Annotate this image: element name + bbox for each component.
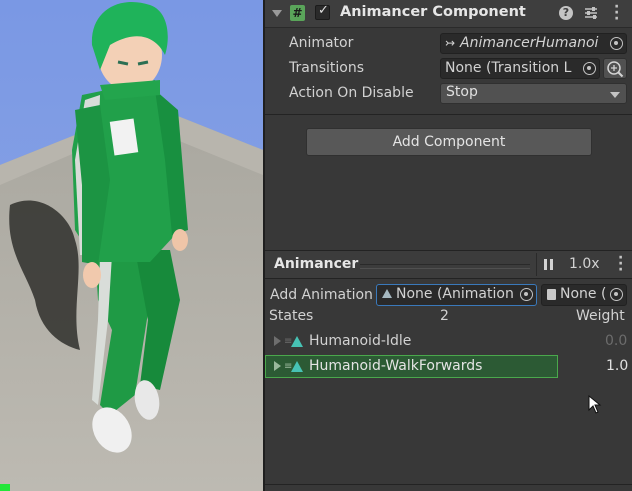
add-component-button[interactable]: Add Component	[306, 128, 592, 156]
state-row-walkforwards[interactable]: ≡ Humanoid-WalkForwards 1.0	[265, 355, 632, 378]
component-header[interactable]: # ✓ Animancer Component ? · · ·	[265, 0, 632, 28]
foldout-arrow-icon[interactable]	[272, 10, 282, 17]
document-icon	[547, 289, 556, 300]
more-options-icon[interactable]: · · ·	[614, 0, 619, 26]
chevron-down-icon	[610, 92, 620, 98]
section-separator	[265, 484, 632, 485]
pause-icon-bar	[550, 259, 553, 270]
transitions-label: Transitions	[289, 60, 364, 76]
action-on-disable-label: Action On Disable	[289, 85, 414, 101]
transitions-search-button[interactable]	[603, 58, 627, 79]
state-weight: 1.0	[606, 358, 629, 374]
action-on-disable-dropdown[interactable]: Stop	[440, 83, 627, 104]
add-animation-value: None (Animation	[396, 286, 514, 302]
mouse-cursor-icon	[588, 395, 602, 414]
section-separator	[265, 278, 632, 279]
transitions-value: None (Transition L	[445, 60, 572, 76]
animancer-more-options-icon[interactable]: · · ·	[618, 251, 623, 277]
component-title: Animancer Component	[340, 4, 526, 20]
states-label: States	[269, 308, 314, 324]
character-scene-image	[0, 0, 263, 491]
animation-state-icon	[291, 361, 303, 372]
checkmark-icon: ✓	[318, 3, 329, 18]
animation-state-icon	[291, 336, 303, 347]
action-on-disable-value: Stop	[446, 84, 478, 100]
weight-label: Weight	[576, 308, 625, 324]
animancer-title-rule	[360, 264, 530, 269]
magnifier-plus-icon	[607, 61, 624, 78]
transitions-field[interactable]: None (Transition L	[440, 58, 600, 79]
object-picker-icon[interactable]	[610, 288, 623, 301]
add-transition-field[interactable]: None (	[541, 284, 627, 306]
state-name: Humanoid-Idle	[309, 333, 412, 349]
add-animation-field[interactable]: None (Animation	[376, 284, 537, 306]
playback-speed[interactable]: 1.0x	[569, 256, 600, 272]
state-weight: 0.0	[605, 333, 628, 349]
pause-icon	[544, 259, 547, 270]
scene-viewport[interactable]	[0, 0, 263, 491]
preset-sliders-icon[interactable]	[583, 5, 599, 21]
object-picker-icon[interactable]	[520, 288, 533, 301]
states-count: 2	[440, 308, 449, 324]
section-separator	[265, 114, 632, 115]
animator-field[interactable]: ↣ AnimancerHumanoi	[440, 33, 627, 54]
foldout-arrow-icon[interactable]	[274, 361, 281, 371]
pause-button[interactable]	[536, 253, 562, 276]
animator-type-icon: ↣	[445, 36, 456, 50]
enabled-checkbox[interactable]: ✓	[315, 3, 330, 20]
add-transition-value: None (	[560, 286, 607, 302]
animation-clip-icon	[382, 289, 392, 298]
state-row-idle[interactable]: ≡ Humanoid-Idle 0.0	[265, 331, 632, 353]
object-picker-icon[interactable]	[610, 37, 623, 50]
animator-label: Animator	[289, 35, 354, 51]
animator-value: AnimancerHumanoi	[460, 35, 599, 51]
script-hash-icon: #	[290, 5, 305, 21]
inspector-panel: # ✓ Animancer Component ? · · · Animator ↣…	[265, 0, 632, 491]
animancer-title: Animancer	[274, 256, 359, 272]
object-picker-icon[interactable]	[583, 62, 596, 75]
foldout-arrow-icon[interactable]	[274, 336, 281, 346]
add-animation-label: Add Animation	[270, 287, 373, 303]
state-name: Humanoid-WalkForwards	[309, 358, 483, 374]
help-icon[interactable]: ?	[559, 6, 573, 20]
